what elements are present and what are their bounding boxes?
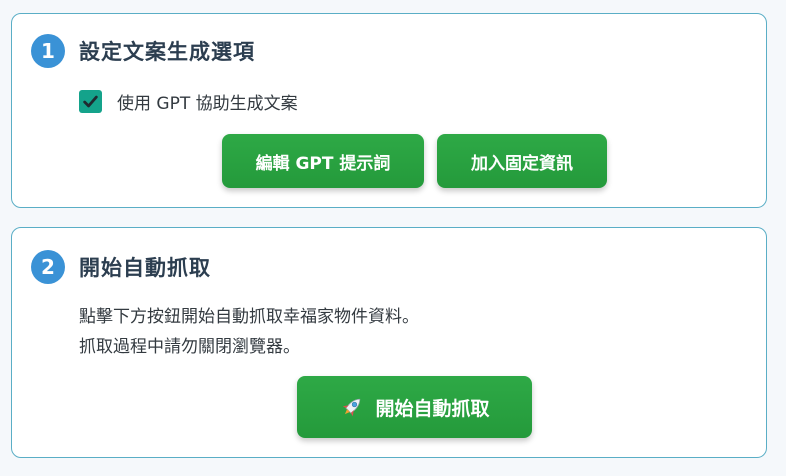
gpt-option-row[interactable]: 使用 GPT 協助生成文案	[79, 89, 298, 114]
step-1-number-badge: 1	[31, 34, 65, 68]
scrape-description: 點擊下方按鈕開始自動抓取幸福家物件資料。	[79, 307, 419, 327]
gpt-checkbox[interactable]	[79, 90, 102, 113]
step-2-number-badge: 2	[31, 250, 65, 284]
scrape-warning: 抓取過程中請勿關閉瀏覽器。	[79, 337, 300, 357]
edit-gpt-prompt-button[interactable]: 編輯 GPT 提示詞	[222, 134, 424, 188]
add-fixed-info-button[interactable]: 加入固定資訊	[437, 134, 607, 188]
step-1-header: 1 設定文案生成選項	[31, 34, 255, 68]
settings-card: 1 設定文案生成選項 使用 GPT 協助生成文案 編輯 GPT 提示詞 加入固定…	[11, 13, 767, 208]
step-1-title: 設定文案生成選項	[79, 40, 255, 64]
start-scrape-button[interactable]: 開始自動抓取	[297, 376, 532, 438]
check-icon	[83, 95, 98, 108]
start-scrape-label: 開始自動抓取	[375, 397, 490, 420]
gpt-checkbox-label: 使用 GPT 協助生成文案	[117, 94, 298, 114]
step-2-header: 2 開始自動抓取	[31, 250, 211, 284]
auto-scrape-card: 2 開始自動抓取 點擊下方按鈕開始自動抓取幸福家物件資料。 抓取過程中請勿關閉瀏…	[11, 227, 767, 458]
step-2-title: 開始自動抓取	[79, 256, 211, 280]
rocket-icon	[339, 394, 365, 420]
